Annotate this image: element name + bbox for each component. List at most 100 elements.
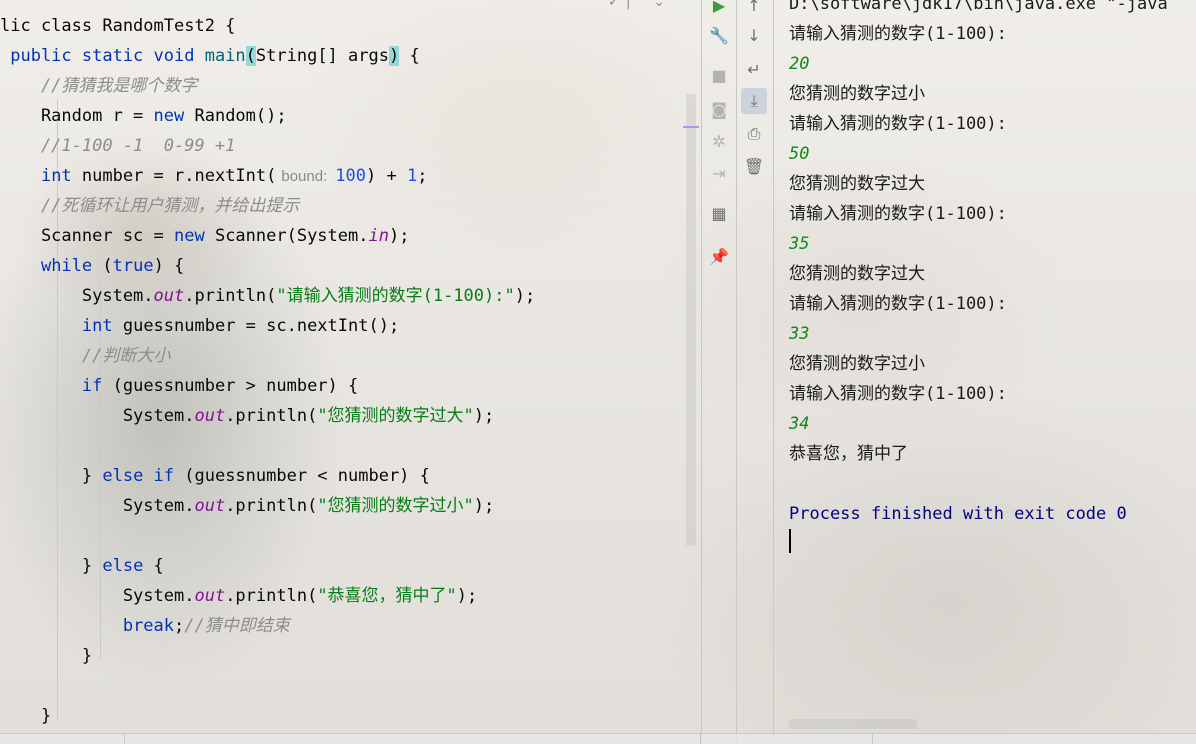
code-token: out: [194, 586, 226, 606]
status-bar: [0, 733, 1196, 744]
parameter-hint: bound:: [276, 166, 333, 188]
console-user-input: 35: [789, 234, 810, 254]
code-token: Random();: [184, 106, 287, 126]
code-token: new: [174, 226, 205, 246]
exit-icon[interactable]: ⇥: [706, 160, 732, 186]
error-stripe-mark[interactable]: [683, 126, 699, 128]
run-toolbar-right: ↑ ↓ ↵ ⤓ ⎙ 🗑: [736, 0, 774, 743]
code-token: .println(: [225, 406, 318, 426]
console-scrollbar[interactable]: [789, 719, 917, 729]
layout-icon[interactable]: ▦: [706, 200, 732, 226]
code-token: 100: [335, 166, 366, 186]
editor-inspection-widget[interactable]: ✓ │ ⌃ ⌄: [608, 0, 665, 10]
code-line: //猜猜我是哪个数字: [0, 71, 197, 101]
console-output-line: 请输入猜测的数字(1-100):: [789, 204, 1007, 224]
code-token: System.: [0, 286, 154, 306]
code-editor[interactable]: ✓ │ ⌃ ⌄ lic class RandomTest2 { public s…: [0, 0, 700, 743]
code-line: //1-100 -1 0-99 +1: [0, 131, 235, 161]
code-line: System.out.println("请输入猜测的数字(1-100):");: [0, 281, 535, 311]
code-line: }: [0, 701, 51, 731]
code-token: );: [473, 496, 495, 516]
code-token: ;: [174, 616, 185, 636]
console-user-input: 34: [789, 414, 810, 434]
rerun-icon[interactable]: ▶: [706, 0, 732, 18]
code-token: //判断大小: [0, 346, 171, 366]
run-toolbar-left: ▶ 🔧 ■ ◙ ✲ ⇥ ▦ 📌: [701, 0, 736, 743]
wrench-icon[interactable]: 🔧: [706, 22, 732, 48]
code-token: (guessnumber < number) {: [174, 466, 430, 486]
code-token: .println(: [184, 286, 277, 306]
print-icon[interactable]: ⎙: [741, 121, 767, 147]
code-token: {: [143, 556, 164, 576]
code-line: if (guessnumber > number) {: [0, 371, 358, 401]
code-line: System.out.println("恭喜您，猜中了");: [0, 581, 477, 611]
code-token: );: [514, 286, 536, 306]
code-token: );: [456, 586, 478, 606]
console-output-line: 您猜测的数字过大: [789, 264, 925, 284]
code-token: (: [245, 46, 256, 66]
code-token: true: [112, 256, 154, 276]
code-token: String[] args: [255, 46, 389, 66]
code-token: System.: [0, 406, 195, 426]
code-token: Scanner sc =: [0, 226, 174, 246]
code-token: "请输入猜测的数字(1-100):": [276, 286, 515, 306]
console-exit-message: Process finished with exit code 0: [789, 504, 1127, 524]
run-console[interactable]: D:\software\jdk17\bin\java.exe "-java 请输入…: [773, 0, 1196, 743]
code-token: out: [153, 286, 185, 306]
code-token: "您猜测的数字过大": [317, 406, 474, 426]
code-line: //判断大小: [0, 341, 170, 371]
code-token: .println(: [225, 496, 318, 516]
pin-icon[interactable]: 📌: [706, 243, 732, 269]
code-token: int: [40, 166, 72, 186]
code-token: "恭喜您，猜中了": [317, 586, 457, 606]
code-line: lic class RandomTest2 {: [0, 11, 235, 41]
code-token: new: [153, 106, 185, 126]
code-token: public static void: [0, 46, 205, 66]
code-line: public static void main(String[] args) {: [0, 41, 420, 71]
console-output-line: 请输入猜测的数字(1-100):: [789, 384, 1007, 404]
console-output-line: 您猜测的数字过大: [789, 174, 925, 194]
code-token: while: [40, 256, 93, 276]
code-line: int guessnumber = sc.nextInt();: [0, 311, 399, 341]
code-token: 1: [406, 166, 418, 186]
code-line: Scanner sc = new Scanner(System.in);: [0, 221, 410, 251]
camera-icon[interactable]: ◙: [706, 96, 732, 122]
code-token: if: [81, 376, 103, 396]
soft-wrap-icon[interactable]: ↵: [741, 56, 767, 82]
code-token: (guessnumber > number) {: [102, 376, 359, 396]
code-token: main: [204, 46, 246, 66]
scroll-down-icon[interactable]: ↓: [741, 22, 767, 48]
trash-icon[interactable]: 🗑: [741, 153, 767, 179]
console-output-line: D:\software\jdk17\bin\java.exe "-java: [789, 0, 1168, 14]
code-token: System.: [0, 586, 195, 606]
code-token: );: [388, 226, 410, 246]
code-token: ) {: [153, 256, 185, 276]
console-output-line: 请输入猜测的数字(1-100):: [789, 114, 1007, 134]
code-token: lic class RandomTest2 {: [0, 16, 236, 36]
code-token: //猜中即结束: [184, 616, 290, 636]
scroll-to-end-icon[interactable]: ⤓: [741, 88, 767, 114]
stop-icon[interactable]: ■: [706, 62, 732, 88]
code-line: break;//猜中即结束: [0, 611, 290, 641]
console-output-line: 您猜测的数字过小: [789, 84, 925, 104]
code-token: else: [102, 556, 144, 576]
debug-bug-icon[interactable]: ✲: [706, 128, 732, 154]
code-token: ) +: [365, 166, 407, 186]
editor-scrollbar[interactable]: [686, 94, 696, 546]
code-token: }: [0, 646, 93, 666]
console-user-input: 50: [789, 144, 810, 164]
code-token: }: [0, 466, 103, 486]
code-token: guessnumber = sc.nextInt();: [112, 316, 400, 336]
code-line: System.out.println("您猜测的数字过小");: [0, 491, 494, 521]
code-token: //1-100 -1 0-99 +1: [0, 136, 236, 156]
code-token: break: [122, 616, 175, 636]
code-token: ;: [417, 166, 428, 186]
scroll-up-icon[interactable]: ↑: [741, 0, 767, 18]
console-output-line: 恭喜您，猜中了: [789, 444, 908, 464]
console-user-input: 33: [789, 324, 810, 344]
